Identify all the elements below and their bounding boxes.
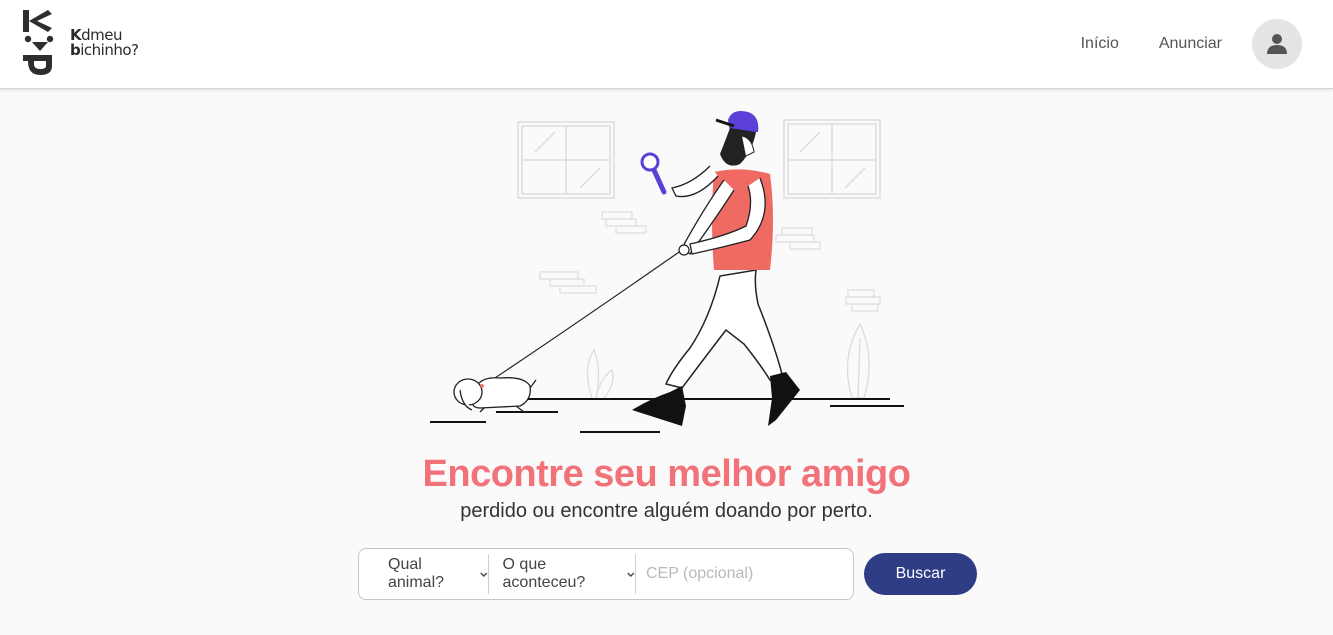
user-icon	[1267, 34, 1287, 54]
animal-select-label: Qual animal?	[388, 556, 445, 591]
cep-input[interactable]	[636, 554, 853, 594]
logo-text: Kdmeu bichinho?	[70, 26, 139, 59]
hero-title: Encontre seu melhor amigo	[422, 453, 911, 495]
search-button[interactable]: Buscar	[864, 553, 977, 595]
search-bar: Qual animal? O que aconteceu?	[358, 548, 854, 600]
chevron-down-icon	[627, 571, 635, 577]
plants	[586, 322, 870, 399]
dog	[453, 377, 537, 413]
chevron-down-icon	[480, 572, 488, 577]
event-select-label: O que aconteceu?	[502, 556, 586, 591]
top-header: Kdmeu bichinho? Início Anunciar	[0, 0, 1333, 89]
window-left	[517, 121, 615, 199]
hero-subtitle: perdido ou encontre alguém doando por pe…	[460, 500, 873, 522]
main-nav: Início Anunciar	[1081, 18, 1302, 70]
animal-select[interactable]: Qual animal?	[359, 554, 489, 594]
logo[interactable]: Kdmeu bichinho?	[20, 8, 139, 78]
avatar-button[interactable]	[1252, 19, 1302, 69]
event-select[interactable]: O que aconteceu?	[489, 554, 636, 594]
leash	[479, 249, 683, 389]
window-right	[783, 119, 881, 199]
nav-home-link[interactable]: Início	[1081, 35, 1119, 53]
hero-illustration	[430, 111, 904, 433]
man	[632, 111, 800, 426]
logo-dog-icon	[23, 10, 54, 75]
nav-announce-link[interactable]: Anunciar	[1159, 35, 1222, 53]
